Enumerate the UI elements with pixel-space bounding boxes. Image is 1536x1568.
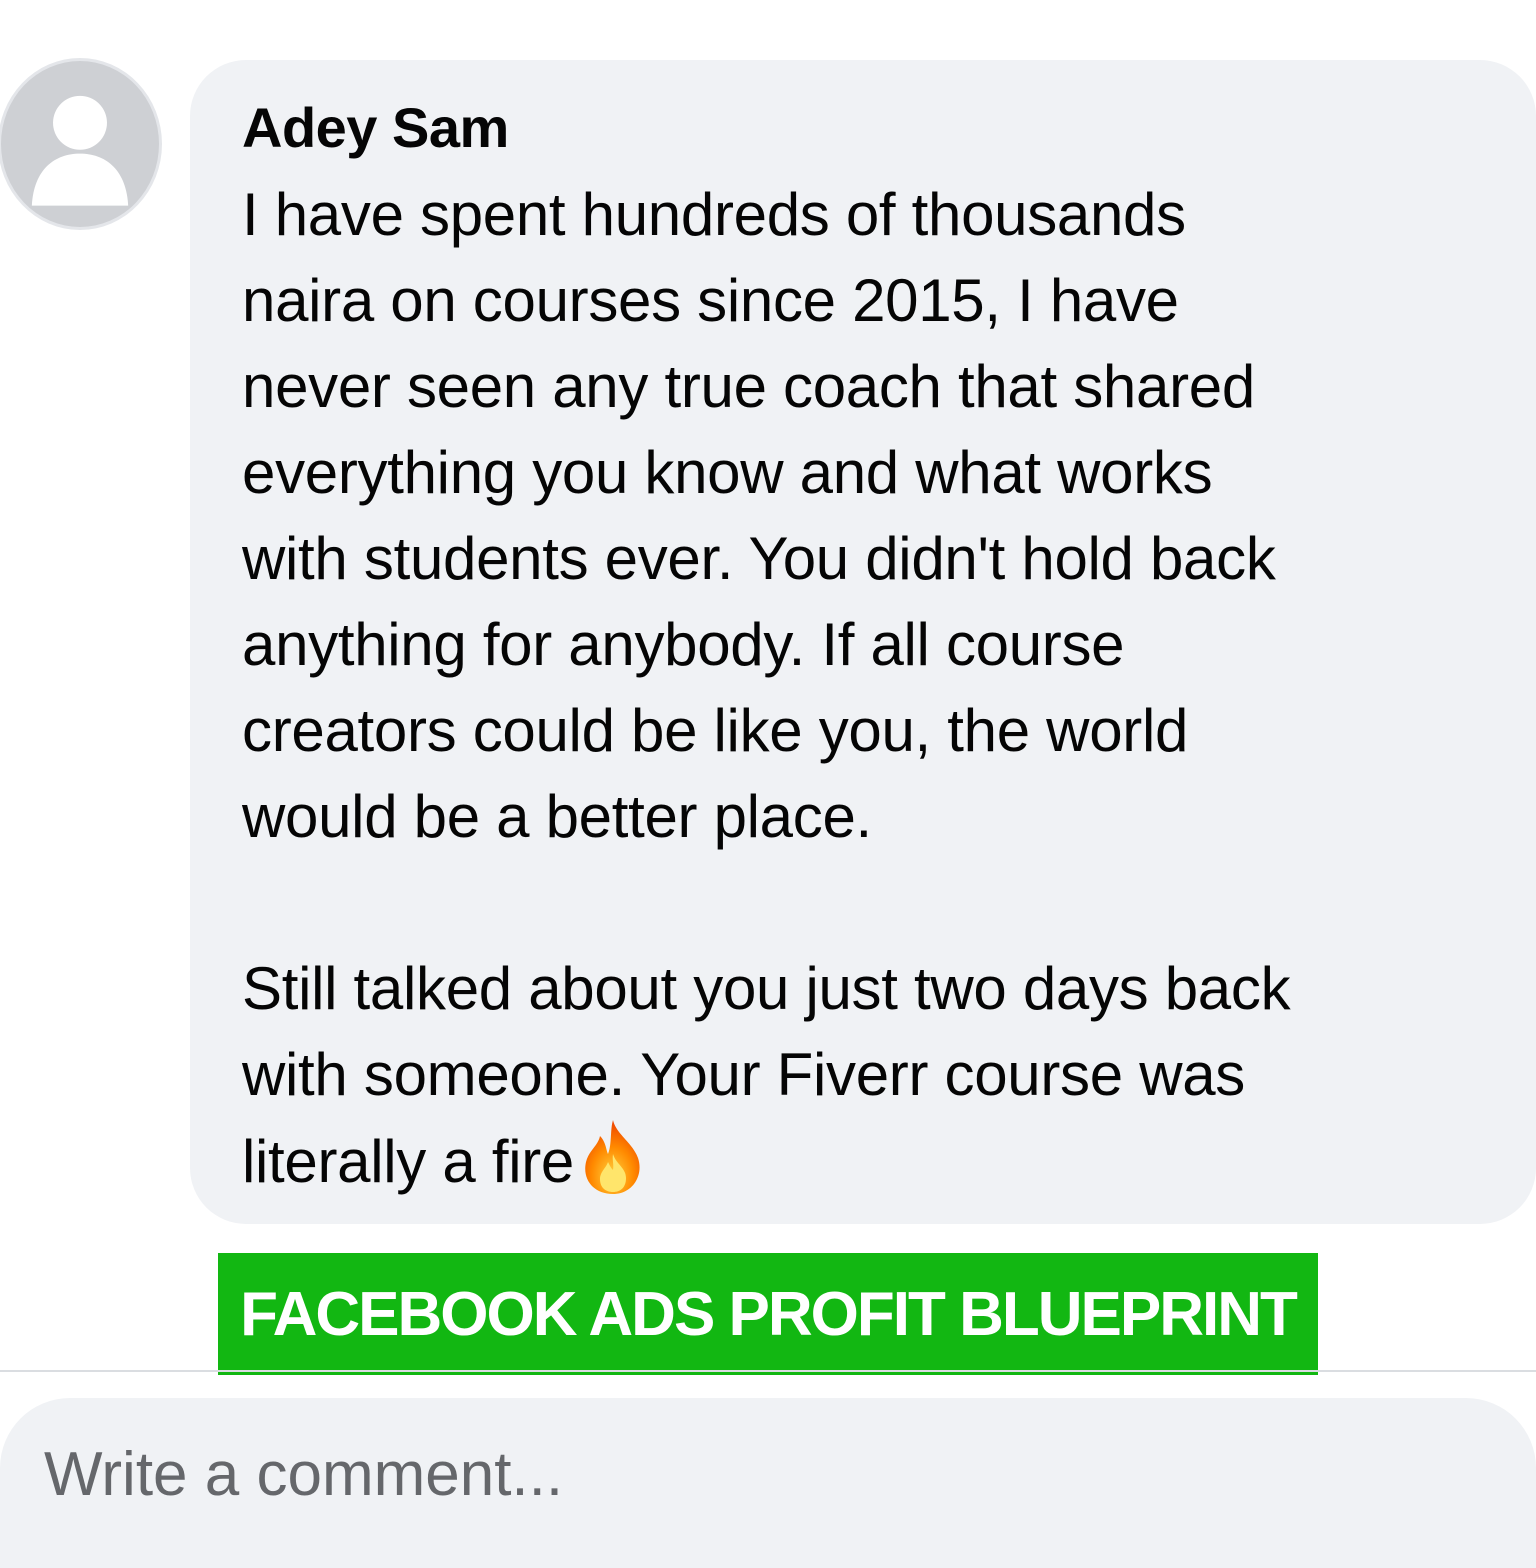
promo-banner-text: FACEBOOK ADS PROFIT BLUEPRINT: [240, 1279, 1298, 1349]
comment-composer: [0, 1398, 1536, 1568]
comment-author[interactable]: Adey Sam: [242, 94, 1496, 162]
avatar[interactable]: [0, 58, 162, 230]
comment-input[interactable]: [44, 1434, 1444, 1514]
divider: [0, 1370, 1536, 1372]
comment-bubble: Adey Sam I have spent hundreds of thousa…: [190, 60, 1536, 1224]
fire-emoji-icon: [576, 1118, 650, 1196]
comment-text-container: I have spent hundreds of thousands naira…: [242, 172, 1492, 1205]
profile-silhouette-icon: [31, 95, 129, 206]
comment-body: I have spent hundreds of thousands naira…: [242, 181, 1291, 1195]
promo-banner: FACEBOOK ADS PROFIT BLUEPRINT: [218, 1253, 1318, 1375]
